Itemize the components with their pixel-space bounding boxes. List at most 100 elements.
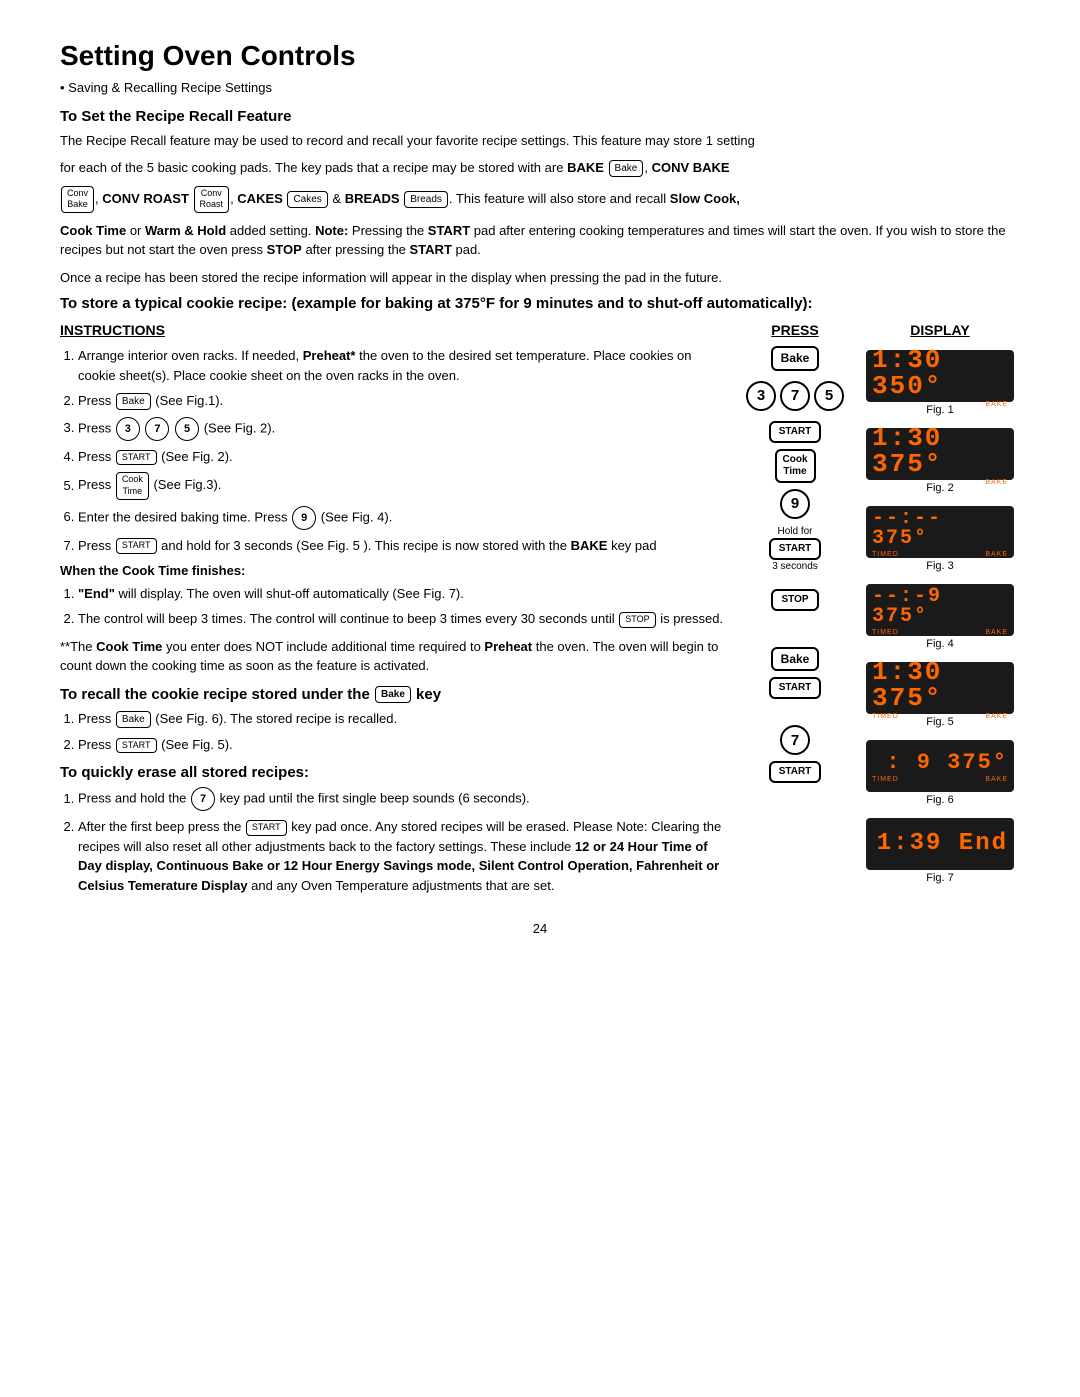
page-title: Setting Oven Controls (60, 40, 1020, 72)
display-labels-4: TIMED BAKE (872, 629, 1008, 636)
cook-time-key-step5: CookTime (116, 472, 149, 499)
start-key-step7: START (116, 538, 157, 554)
display-screen-2: 1:30 375° BAKE (866, 428, 1014, 480)
conv-bake-key: ConvBake (61, 186, 94, 213)
recipe-recall-para2: for each of the 5 basic cooking pads. Th… (60, 158, 1020, 178)
step-2: Press Bake (See Fig.1). (78, 391, 730, 411)
cookie-example-heading: To store a typical cookie recipe: (examp… (60, 295, 1020, 312)
recipe-recall-para1: The Recipe Recall feature may be used to… (60, 131, 1020, 151)
step-1: Arrange interior oven racks. If needed, … (78, 346, 730, 385)
press-key-3: 3 (746, 381, 776, 411)
display-label-bake-4: BAKE (985, 629, 1008, 636)
display-label-timed-3: TIMED (872, 551, 899, 558)
press-start-erase: START (769, 761, 822, 783)
display-text-3: --:-- 375° (872, 509, 1008, 549)
key-9-step6: 9 (292, 506, 316, 530)
bake-key-recall2: Bake (116, 711, 151, 728)
display-screen-4: --:-9 375° TIMED BAKE (866, 584, 1014, 636)
erase-section: To quickly erase all stored recipes: Pre… (60, 764, 730, 895)
press-7-erase: 7 (780, 725, 810, 755)
press-bake: Bake (771, 346, 820, 370)
press-key-9: 9 (780, 489, 810, 519)
display-label-timed-5: TIMED (872, 713, 899, 720)
instructions-header: INSTRUCTIONS (60, 322, 730, 338)
display-text-5: 1:30 375° (872, 659, 1008, 711)
display-fig5: 1:30 375° TIMED BAKE Fig. 5 (866, 662, 1014, 732)
press-cook-time: CookTime (775, 449, 816, 483)
bake-key-inline: Bake (609, 160, 644, 177)
fig-7-label: Fig. 7 (926, 872, 954, 884)
step-4: Press START (See Fig. 2). (78, 447, 730, 467)
display-text-1: 1:30 350° (872, 347, 1008, 399)
display-screen-3: --:-- 375° TIMED BAKE (866, 506, 1014, 558)
step-6: Enter the desired baking time. Press 9 (… (78, 506, 730, 530)
display-labels-5: TIMED BAKE (872, 713, 1008, 720)
erase-list: Press and hold the 7 key pad until the f… (60, 787, 730, 895)
fig-6-label: Fig. 6 (926, 794, 954, 806)
recipe-recall-para4: Cook Time or Warm & Hold added setting. … (60, 221, 1020, 260)
display-labels-2: BAKE (872, 479, 1008, 486)
three-col-layout: INSTRUCTIONS Arrange interior oven racks… (60, 322, 1020, 901)
press-3sec-label: 3 seconds (772, 561, 818, 572)
display-text-6: : 9 375° (886, 752, 1008, 774)
when-item-2: The control will beep 3 times. The contr… (78, 609, 730, 629)
recipe-recall-heading: To Set the Recipe Recall Feature (60, 108, 1020, 125)
press-bake-key: Bake (771, 346, 820, 370)
recall-section: To recall the cookie recipe stored under… (60, 686, 730, 755)
page-subtitle: Saving & Recalling Recipe Settings (60, 78, 1020, 98)
press-start-hold-key: START (769, 538, 822, 560)
press-key-5: 5 (814, 381, 844, 411)
display-labels-6: TIMED BAKE (872, 776, 1008, 783)
conv-roast-key: ConvRoast (194, 186, 230, 213)
press-375: 3 7 5 (746, 377, 844, 415)
display-fig1: 1:30 350° BAKE Fig. 1 (866, 350, 1014, 420)
display-label-bake-3: BAKE (985, 551, 1008, 558)
fig-3-label: Fig. 3 (926, 560, 954, 572)
press-header: PRESS (771, 322, 818, 338)
recall-step-2: Press START (See Fig. 5). (78, 735, 730, 755)
step-5: Press CookTime (See Fig.3). (78, 472, 730, 499)
start-key-step4: START (116, 450, 157, 466)
erase-step-2: After the first beep press the START key… (78, 817, 730, 895)
step-7: Press START and hold for 3 seconds (See … (78, 536, 730, 556)
display-text-7: 1:39 End (877, 832, 1008, 856)
display-fig4: --:-9 375° TIMED BAKE Fig. 4 (866, 584, 1014, 654)
display-label-bake-6: BAKE (985, 776, 1008, 783)
instructions-col: INSTRUCTIONS Arrange interior oven racks… (60, 322, 730, 901)
press-key-7: 7 (780, 381, 810, 411)
display-fig7: 1:39 End Fig. 7 (866, 818, 1014, 888)
when-cook-time-list: "End" will display. The oven will shut-o… (60, 584, 730, 629)
display-fig2: 1:30 375° BAKE Fig. 2 (866, 428, 1014, 498)
press-bake-recall: Bake (771, 647, 820, 671)
display-text-4: --:-9 375° (872, 587, 1008, 627)
display-label-bake-1: BAKE (985, 401, 1008, 408)
press-cook-time-key: CookTime (775, 449, 816, 483)
recipe-recall-para5: Once a recipe has been stored the recipe… (60, 268, 1020, 288)
display-label-timed-6: TIMED (872, 776, 899, 783)
press-start-key-1: START (769, 421, 822, 443)
step-3: Press 3 7 5 (See Fig. 2). (78, 417, 730, 441)
display-screen-6: : 9 375° TIMED BAKE (866, 740, 1014, 792)
display-screen-5: 1:30 375° TIMED BAKE (866, 662, 1014, 714)
erase-step-1: Press and hold the 7 key pad until the f… (78, 787, 730, 811)
display-screen-7: 1:39 End (866, 818, 1014, 870)
display-label-timed-4: TIMED (872, 629, 899, 636)
display-labels-3: TIMED BAKE (872, 551, 1008, 558)
recall-step-1: Press Bake (See Fig. 6). The stored reci… (78, 709, 730, 729)
when-cook-time-heading: When the Cook Time finishes: (60, 561, 730, 581)
press-start-recall-key: START (769, 677, 822, 699)
recall-heading: To recall the cookie recipe stored under… (60, 686, 730, 704)
bake-key-recall: Bake (375, 686, 411, 703)
press-key-7-erase: 7 (780, 725, 810, 755)
cakes-key: Cakes (287, 191, 327, 208)
display-label-bake-5: BAKE (985, 713, 1008, 720)
press-bake-recall-key: Bake (771, 647, 820, 671)
press-stop: STOP (771, 589, 818, 611)
press-9: 9 (780, 489, 810, 519)
fig-4-label: Fig. 4 (926, 638, 954, 650)
note-cook-time: **The Cook Time you enter does NOT inclu… (60, 637, 730, 676)
display-header: DISPLAY (910, 322, 969, 338)
start-key-erase: START (246, 820, 287, 836)
recall-list: Press Bake (See Fig. 6). The stored reci… (60, 709, 730, 754)
stop-key-inline: STOP (619, 612, 655, 628)
